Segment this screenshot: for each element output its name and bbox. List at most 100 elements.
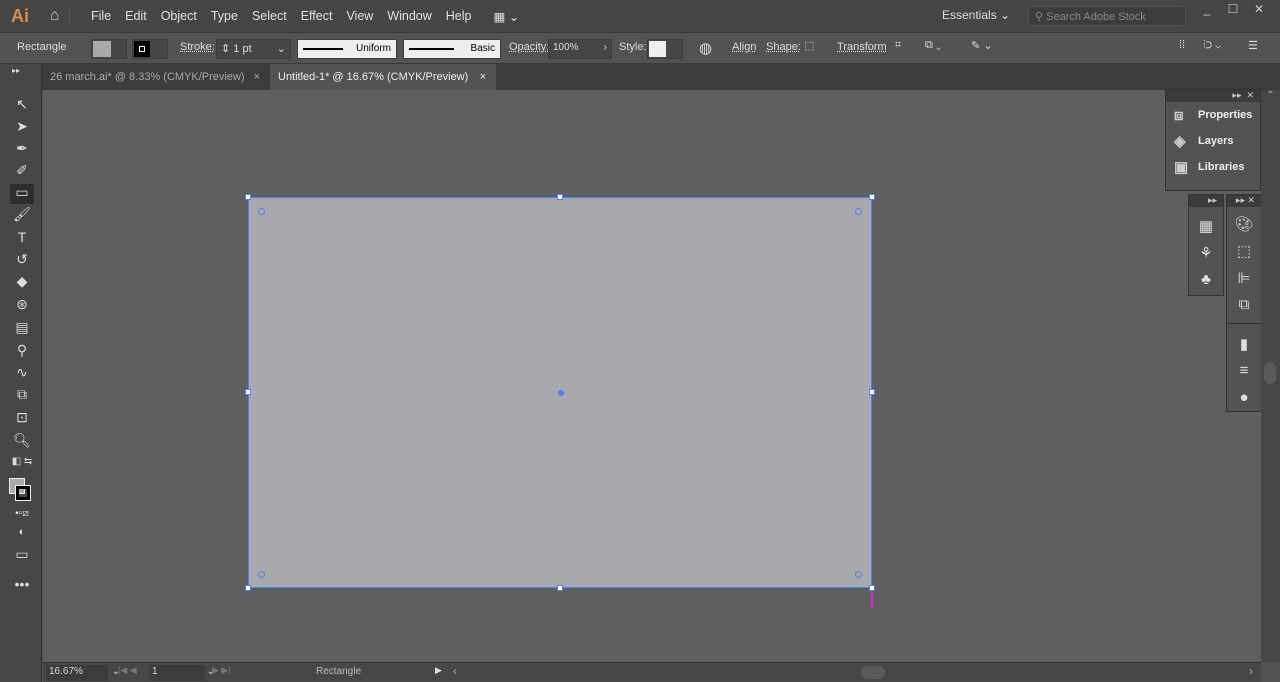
maximize-button[interactable]: ☐ <box>1222 2 1244 18</box>
edit-toolbar-icon[interactable]: ✎ ⌄ <box>971 39 993 52</box>
gradient-icon[interactable]: ▮ <box>1227 335 1261 362</box>
fill-stroke-indicator[interactable] <box>9 476 34 501</box>
direct-selection-tool-icon[interactable]: ➤ <box>10 118 34 138</box>
panel-layers[interactable]: ◈ Layers <box>1166 128 1260 154</box>
collapse-icon[interactable]: ▸▸ <box>4 66 28 86</box>
rectangle-tool-icon[interactable]: ▭ <box>10 184 34 204</box>
draw-mode-icon[interactable]: ◐ <box>10 526 34 546</box>
close-tab-icon[interactable]: × <box>254 71 260 83</box>
horizontal-scroll-thumb[interactable] <box>861 666 885 679</box>
align-options-icon[interactable]: ⫶⊃ ⌄ <box>1203 39 1221 52</box>
align-link[interactable]: Align <box>732 41 756 53</box>
edit-toolbar-icon[interactable]: ••• <box>10 576 34 596</box>
opacity-input[interactable]: 100% › <box>548 39 612 59</box>
shape-bounds-icon[interactable]: ⬚ <box>804 39 814 52</box>
panel-libraries[interactable]: ▣ Libraries <box>1166 154 1260 180</box>
menu-help[interactable]: Help <box>439 9 479 23</box>
vertical-scrollbar[interactable]: ⌃ <box>1261 90 1280 662</box>
scroll-right-icon[interactable]: › <box>1249 664 1253 678</box>
shape-link[interactable]: Shape: <box>766 41 801 53</box>
panel-header[interactable]: ▸▸ ✕ <box>1227 195 1261 207</box>
stroke-weight-input[interactable]: ⇕ 1 pt ⌄ <box>216 39 291 59</box>
stroke-swatch[interactable] <box>132 39 168 59</box>
first-artboard-icon[interactable]: |◀ ◀ <box>118 665 137 676</box>
menu-effect[interactable]: Effect <box>294 9 340 23</box>
pen-tool-icon[interactable]: ✒ <box>10 140 34 160</box>
warp-tool-icon[interactable]: ⊛ <box>10 296 34 316</box>
paintbrush-tool-icon[interactable]: 🖌 <box>10 206 34 226</box>
select-similar-icon[interactable]: ⧉ ⌄ <box>925 39 941 52</box>
swap-fill-stroke-icon[interactable]: ◧ ⇆ <box>10 456 34 476</box>
corner-widget[interactable] <box>855 571 862 578</box>
arrange-documents-icon[interactable]: ▦ ⌄ <box>487 9 527 24</box>
zoom-level-input[interactable]: 16.67% ⌄ <box>46 665 120 681</box>
close-tab-icon[interactable]: × <box>480 71 486 83</box>
scroll-left-icon[interactable]: ‹ <box>453 664 457 678</box>
workspace-switcher[interactable]: Essentials ⌄ <box>942 8 1010 22</box>
menu-object[interactable]: Object <box>154 9 204 23</box>
next-artboard-icon[interactable]: ▶ ▶| <box>212 665 231 676</box>
transform-link[interactable]: Transform <box>837 41 887 53</box>
swatches-icon[interactable]: ▦ <box>1189 217 1223 244</box>
brush-definition[interactable]: Basic <box>403 39 501 59</box>
shape-builder-tool-icon[interactable]: ⧉ <box>10 386 34 406</box>
tab-26-march[interactable]: 26 march.ai* @ 8.33% (CMYK/Preview) × <box>42 64 270 90</box>
selected-rectangle[interactable] <box>245 194 875 591</box>
align-icon[interactable]: ⊫ <box>1227 269 1261 296</box>
color-guide-icon[interactable]: 🎨︎ <box>1227 215 1261 242</box>
pathfinder-icon[interactable]: ⧉ <box>1227 296 1261 323</box>
panel-header[interactable]: ▸▸ <box>1189 195 1223 207</box>
menu-view[interactable]: View <box>339 9 380 23</box>
corner-widget[interactable] <box>258 208 265 215</box>
corner-widget[interactable] <box>258 571 265 578</box>
resize-handle[interactable] <box>245 194 251 200</box>
panel-header[interactable]: ▸▸ ✕ <box>1166 90 1260 102</box>
rotate-tool-icon[interactable]: ↺ <box>10 251 34 271</box>
eraser-tool-icon[interactable]: ◆ <box>10 273 34 293</box>
resize-handle[interactable] <box>557 194 563 200</box>
resize-handle[interactable] <box>245 389 251 395</box>
brushes-icon[interactable]: ⚘ <box>1189 244 1223 271</box>
search-stock-input[interactable]: ⚲ Search Adobe Stock <box>1028 6 1186 26</box>
screen-mode-icon[interactable]: ▭ <box>10 546 34 566</box>
resize-handle[interactable] <box>869 389 875 395</box>
artboard-number-input[interactable]: 1 ⌄ <box>149 665 215 681</box>
zoom-tool-icon[interactable]: 🔍︎ <box>10 432 34 452</box>
menu-select[interactable]: Select <box>245 9 294 23</box>
color-mode-icons[interactable]: ▪▫⧄ <box>10 508 34 528</box>
close-window-button[interactable]: ✕ <box>1248 2 1270 18</box>
selection-tool-icon[interactable]: ↖ <box>10 96 34 116</box>
symbols-icon[interactable]: ♣ <box>1189 271 1223 298</box>
scroll-up-icon[interactable]: ⌃ <box>1261 90 1280 101</box>
curvature-tool-icon[interactable]: ✐ <box>10 162 34 182</box>
control-menu-icon[interactable]: ☰ <box>1248 39 1258 52</box>
menu-edit[interactable]: Edit <box>118 9 154 23</box>
menu-type[interactable]: Type <box>204 9 245 23</box>
panel-properties[interactable]: ⧈ Properties <box>1166 102 1260 128</box>
resize-handle[interactable] <box>245 585 251 591</box>
resize-handle[interactable] <box>557 585 563 591</box>
gradient-tool-icon[interactable]: ▤ <box>10 319 34 339</box>
distribute-icon[interactable]: ⁞⁞ <box>1179 39 1185 51</box>
transform-icon[interactable]: ⬚ <box>1227 242 1261 269</box>
stroke-icon[interactable]: ≡ <box>1227 362 1261 389</box>
fill-swatch[interactable] <box>91 39 127 59</box>
isolate-icon[interactable]: ⌗ <box>895 39 901 52</box>
opacity-label[interactable]: Opacity: <box>509 41 549 53</box>
tab-untitled-1[interactable]: Untitled-1* @ 16.67% (CMYK/Preview) × <box>270 64 496 90</box>
corner-widget[interactable] <box>855 208 862 215</box>
recolor-artwork-icon[interactable]: ◍ <box>699 39 712 57</box>
transparency-icon[interactable]: ● <box>1227 389 1261 416</box>
resize-handle[interactable] <box>869 194 875 200</box>
home-icon[interactable]: ⌂ <box>40 7 70 25</box>
scroll-thumb[interactable] <box>1264 362 1276 384</box>
graphic-style-swatch[interactable] <box>647 39 683 59</box>
menu-file[interactable]: File <box>84 9 118 23</box>
stroke-label[interactable]: Stroke: <box>180 41 215 53</box>
menu-window[interactable]: Window <box>380 9 438 23</box>
type-tool-icon[interactable]: T <box>10 229 34 249</box>
blend-tool-icon[interactable]: ∿ <box>10 364 34 384</box>
minimize-button[interactable]: _ <box>1196 2 1218 18</box>
variable-width-profile[interactable]: Uniform <box>297 39 397 59</box>
eyedropper-tool-icon[interactable]: ⚲ <box>10 342 34 362</box>
